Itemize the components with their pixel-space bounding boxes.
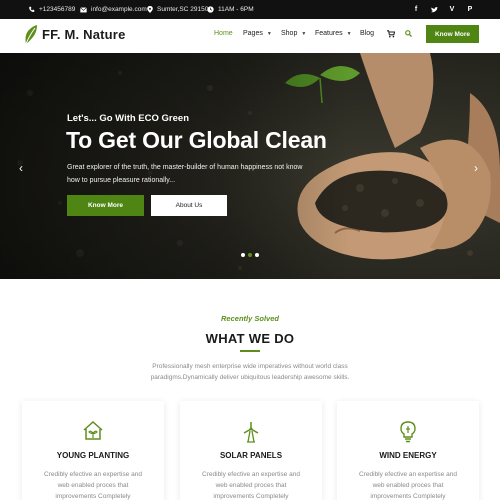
topbar-hours: 11AM - 6PM: [207, 0, 254, 19]
clock-icon: [207, 6, 214, 13]
leaf-logo-icon[interactable]: [24, 25, 38, 45]
prev-slide-icon[interactable]: ‹: [19, 161, 23, 175]
logo-text[interactable]: FF. M. Nature: [42, 27, 126, 42]
chevron-down-icon: ▼: [301, 30, 307, 37]
hero-title: To Get Our Global Clean: [66, 127, 327, 153]
service-card-wind-energy[interactable]: WIND ENERGY Credibly efective an experti…: [337, 401, 479, 500]
section-title: WHAT WE DO: [205, 331, 295, 346]
topbar-location: Sumter,SC 29150: [147, 0, 208, 19]
service-card-solar-panels[interactable]: SOLAR PANELS Credibly efective an expert…: [180, 401, 322, 500]
nav-features-label: Features: [315, 30, 343, 37]
main-header: FF. M. Nature Home Pages ▼ Shop ▼ Features…: [0, 19, 500, 52]
map-pin-icon: [147, 6, 153, 13]
slider-dot-2[interactable]: [248, 253, 252, 257]
hero-description: Great explorer of the truth, the master-…: [67, 164, 303, 184]
hero-slider: ‹ › Let's... Go With ECO Green To Get Ou…: [0, 53, 500, 279]
nav-pages-label: Pages: [243, 30, 263, 37]
slider-dot-1[interactable]: [241, 253, 245, 257]
slider-dot-3[interactable]: [255, 253, 259, 257]
search-icon[interactable]: [405, 30, 412, 37]
hours-text: 11AM - 6PM: [218, 6, 254, 13]
cart-icon[interactable]: [387, 30, 395, 38]
nav-blog[interactable]: Blog: [360, 30, 374, 37]
card-title: WIND ENERGY: [379, 451, 437, 460]
nav-home[interactable]: Home: [214, 30, 233, 37]
hero-know-more-button[interactable]: Know More: [67, 195, 144, 216]
card-description: Credibly efective an expertise and web e…: [202, 471, 300, 500]
nav-pages[interactable]: Pages ▼: [243, 30, 272, 37]
chevron-down-icon: ▼: [346, 30, 352, 37]
phone-icon: [29, 6, 35, 12]
service-card-young-planting[interactable]: YOUNG PLANTING Credibly efective an expe…: [22, 401, 164, 500]
topbar-email[interactable]: info@example.com: [80, 0, 147, 19]
nav-home-label: Home: [214, 30, 233, 37]
hero-kicker: Let's... Go With ECO Green: [67, 113, 189, 124]
header-know-more-button[interactable]: Know More: [426, 25, 479, 43]
nav-shop-label: Shop: [281, 30, 298, 37]
topbar-phone[interactable]: +123456789: [28, 0, 75, 19]
email-text: info@example.com: [91, 6, 147, 13]
twitter-icon[interactable]: [429, 0, 439, 19]
nav-features[interactable]: Features ▼: [315, 30, 352, 37]
title-underline: [240, 350, 260, 352]
card-title: YOUNG PLANTING: [56, 451, 130, 460]
vimeo-icon[interactable]: V: [447, 0, 457, 19]
windmill-icon: [243, 422, 259, 443]
pinterest-icon[interactable]: P: [465, 0, 475, 19]
card-title: SOLAR PANELS: [219, 451, 283, 460]
top-bar: +123456789 info@example.com Sumter,SC 29…: [0, 0, 500, 19]
card-description: Credibly efective an expertise and web e…: [359, 471, 457, 500]
next-slide-icon[interactable]: ›: [474, 161, 478, 175]
house-plant-icon: [83, 421, 103, 440]
section-description: Professionally mesh enterprise wide impe…: [150, 363, 350, 381]
section-kicker: Recently Solved: [221, 314, 279, 323]
lightbulb-icon: [400, 421, 416, 443]
nav-shop[interactable]: Shop ▼: [281, 30, 306, 37]
hero-about-us-button[interactable]: About Us: [151, 195, 227, 216]
envelope-icon: [80, 6, 87, 12]
card-description: Credibly efective an expertise and web e…: [44, 471, 142, 500]
facebook-icon[interactable]: f: [411, 0, 421, 19]
location-text: Sumter,SC 29150: [157, 6, 209, 13]
phone-text: +123456789: [39, 6, 76, 13]
chevron-down-icon: ▼: [266, 30, 272, 37]
nav-blog-label: Blog: [360, 30, 375, 37]
